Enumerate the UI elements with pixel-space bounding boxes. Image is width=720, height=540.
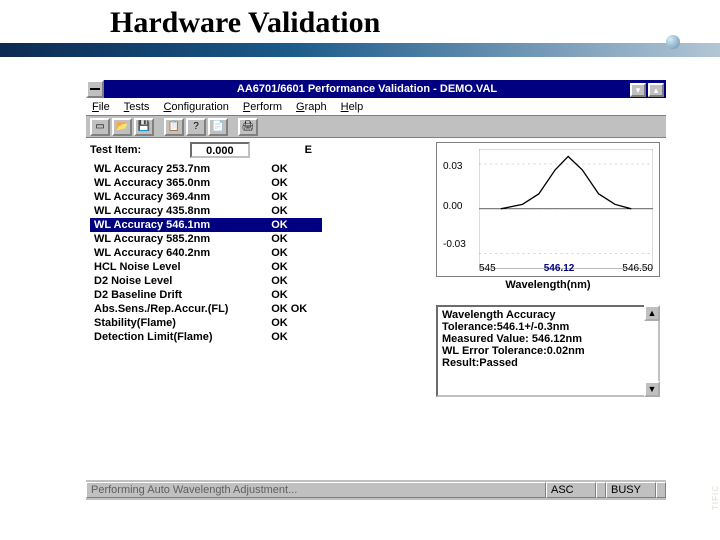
new-icon[interactable]: ▭	[90, 118, 110, 136]
detail-line: Measured Value: 546.12nm	[442, 333, 654, 345]
detail-line: WL Error Tolerance:0.02nm	[442, 345, 654, 357]
menu-perform[interactable]: Perform	[243, 101, 282, 113]
table-row[interactable]: WL Accuracy 640.2nmOK	[90, 246, 322, 260]
table-row[interactable]: WL Accuracy 369.4nmOK	[90, 190, 322, 204]
xticks: 545 546.12 546.50	[479, 263, 653, 274]
test-name: WL Accuracy 585.2nm	[90, 232, 267, 246]
detail-line: Wavelength Accuracy	[442, 309, 654, 321]
test-name: WL Accuracy 546.1nm	[90, 218, 267, 232]
menu-graph[interactable]: Graph	[296, 101, 327, 113]
test-name: WL Accuracy 369.4nm	[90, 190, 267, 204]
app-window: AA6701/6601 Performance Validation - DEM…	[86, 80, 666, 500]
test-name: WL Accuracy 253.7nm	[90, 162, 267, 176]
test-status: OK	[267, 204, 322, 218]
table-row[interactable]: WL Accuracy 253.7nmOK	[90, 162, 322, 176]
test-status: OK	[267, 288, 322, 302]
menu-bar: File Tests Configuration Perform Graph H…	[86, 98, 666, 116]
toolbar: ▭ 📂 💾 📋 ? 📄 🖨	[86, 116, 666, 138]
test-status: OK	[267, 316, 322, 330]
test-name: D2 Noise Level	[90, 274, 267, 288]
details-box: ▲ Wavelength Accuracy Tolerance:546.1+/-…	[436, 305, 660, 397]
slide-title: Hardware Validation	[110, 6, 380, 40]
maximize-button[interactable]: ▴	[648, 83, 664, 97]
menu-file[interactable]: File	[92, 101, 110, 113]
test-list[interactable]: WL Accuracy 253.7nmOKWL Accuracy 365.0nm…	[90, 162, 322, 344]
menu-help[interactable]: Help	[341, 101, 364, 113]
status-busy: BUSY	[606, 482, 656, 498]
table-row[interactable]: D2 Baseline DriftOK	[90, 288, 322, 302]
table-row[interactable]: WL Accuracy 546.1nmOK	[90, 218, 322, 232]
ytick-0: 0.03	[443, 161, 462, 172]
test-name: Stability(Flame)	[90, 316, 267, 330]
client-area: Test Item: 0.000 E WL Accuracy 253.7nmOK…	[86, 138, 666, 480]
help-icon[interactable]: ?	[186, 118, 206, 136]
test-status: OK	[267, 330, 322, 344]
scroll-up-button[interactable]: ▲	[644, 305, 660, 321]
table-row[interactable]: WL Accuracy 585.2nmOK	[90, 232, 322, 246]
copy-icon[interactable]: 📋	[164, 118, 184, 136]
test-name: Detection Limit(Flame)	[90, 330, 267, 344]
window-titlebar: AA6701/6601 Performance Validation - DEM…	[86, 80, 666, 98]
chart-svg	[479, 149, 653, 269]
value-readout: 0.000	[190, 142, 250, 158]
x-axis-label: Wavelength(nm)	[436, 279, 660, 291]
test-list-panel: Test Item: 0.000 E WL Accuracy 253.7nmOK…	[86, 138, 326, 480]
table-row[interactable]: Stability(Flame)OK	[90, 316, 322, 330]
table-row[interactable]: Abs.Sens./Rep.Accur.(FL)OK OK	[90, 302, 322, 316]
save-icon[interactable]: 💾	[134, 118, 154, 136]
window-title: AA6701/6601 Performance Validation - DEM…	[104, 83, 630, 95]
units-label: E	[305, 144, 312, 156]
test-status: OK	[267, 274, 322, 288]
xtick-left: 545	[479, 263, 496, 274]
chart-panel: 0.03 0.00 -0.03 545 546.12 546.50 Wavele…	[436, 138, 666, 480]
xtick-right: 546.50	[622, 263, 653, 274]
test-status: OK	[267, 246, 322, 260]
system-menu-icon[interactable]	[86, 80, 104, 98]
menu-tests[interactable]: Tests	[124, 101, 150, 113]
watermark: TIFIC	[711, 485, 720, 510]
minimize-button[interactable]: ▾	[630, 83, 646, 97]
test-status: OK	[267, 176, 322, 190]
report-icon[interactable]: 📄	[208, 118, 228, 136]
test-status: OK	[267, 162, 322, 176]
scroll-down-button[interactable]: ▼	[644, 381, 660, 397]
ytick-2: -0.03	[443, 239, 466, 250]
open-icon[interactable]: 📂	[112, 118, 132, 136]
test-name: HCL Noise Level	[90, 260, 267, 274]
test-status: OK	[267, 190, 322, 204]
xtick-center: 546.12	[544, 263, 575, 274]
ytick-1: 0.00	[443, 201, 462, 212]
detail-line: Tolerance:546.1+/-0.3nm	[442, 321, 654, 333]
status-bar: Performing Auto Wavelength Adjustment...…	[86, 480, 666, 500]
status-asc: ASC	[546, 482, 596, 498]
test-name: WL Accuracy 365.0nm	[90, 176, 267, 190]
test-status: OK OK	[267, 302, 322, 316]
table-row[interactable]: Detection Limit(Flame)OK	[90, 330, 322, 344]
table-row[interactable]: HCL Noise LevelOK	[90, 260, 322, 274]
test-name: Abs.Sens./Rep.Accur.(FL)	[90, 302, 267, 316]
table-row[interactable]: WL Accuracy 435.8nmOK	[90, 204, 322, 218]
header-band	[0, 43, 720, 57]
menu-configuration[interactable]: Configuration	[163, 101, 228, 113]
test-name: D2 Baseline Drift	[90, 288, 267, 302]
chart-box: 0.03 0.00 -0.03 545 546.12 546.50	[436, 142, 660, 277]
table-row[interactable]: D2 Noise LevelOK	[90, 274, 322, 288]
status-message: Performing Auto Wavelength Adjustment...	[86, 482, 546, 498]
detail-line: Result:Passed	[442, 357, 654, 369]
print-icon[interactable]: 🖨	[238, 118, 258, 136]
table-row[interactable]: WL Accuracy 365.0nmOK	[90, 176, 322, 190]
test-item-label: Test Item:	[90, 144, 141, 156]
test-name: WL Accuracy 640.2nm	[90, 246, 267, 260]
test-status: OK	[267, 218, 322, 232]
test-status: OK	[267, 260, 322, 274]
test-status: OK	[267, 232, 322, 246]
test-name: WL Accuracy 435.8nm	[90, 204, 267, 218]
